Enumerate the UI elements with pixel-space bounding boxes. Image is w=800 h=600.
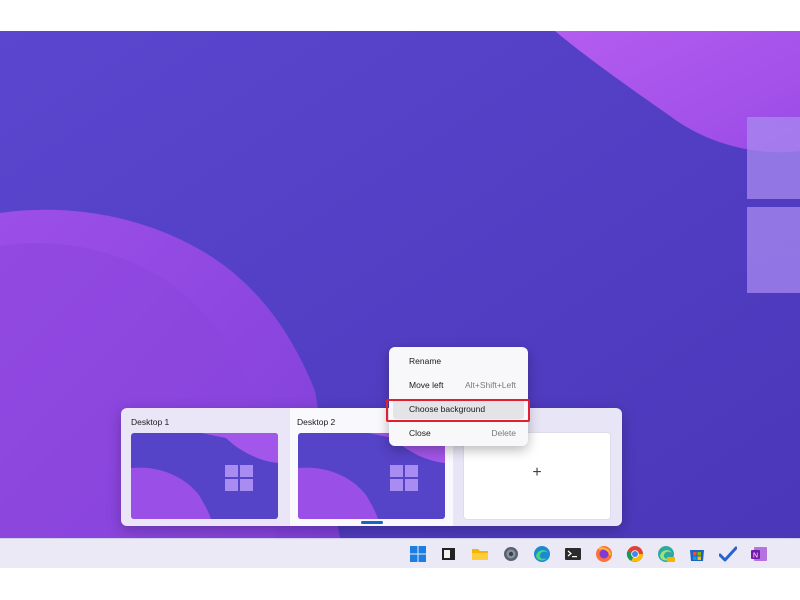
plus-icon: +: [532, 464, 542, 481]
edge-icon[interactable]: [533, 545, 551, 563]
file-explorer-icon[interactable]: [471, 545, 489, 563]
menu-item-label: Close: [409, 428, 431, 438]
onenote-icon[interactable]: N: [750, 545, 768, 563]
desktop-1-label: Desktop 1: [131, 417, 170, 427]
desktop-screen: Desktop 1 Desktop 2 + Rename Move left A…: [0, 31, 800, 568]
todo-icon[interactable]: [719, 545, 737, 563]
menu-item-shortcut: Alt+Shift+Left: [464, 380, 516, 390]
desktop-2-label: Desktop 2: [297, 417, 336, 427]
active-desktop-indicator: [361, 521, 383, 524]
svg-text:N: N: [753, 553, 758, 560]
desktop-1-thumbnail[interactable]: [131, 433, 278, 519]
desktop-1-tile[interactable]: Desktop 1: [121, 408, 287, 526]
taskbar: N: [0, 538, 800, 568]
windows-start-icon[interactable]: [409, 545, 427, 563]
firefox-icon[interactable]: [595, 545, 613, 563]
menu-item-label: Move left: [409, 380, 444, 390]
menu-item-shortcut: Delete: [491, 428, 516, 438]
chrome-icon[interactable]: [626, 545, 644, 563]
edge-canary-icon[interactable]: [657, 545, 675, 563]
microsoft-store-icon[interactable]: [688, 545, 706, 563]
context-menu: Rename Move left Alt+Shift+Left Choose b…: [389, 347, 528, 446]
menu-item-close[interactable]: Close Delete: [393, 423, 524, 443]
menu-item-rename[interactable]: Rename: [393, 351, 524, 371]
menu-item-label: Rename: [409, 356, 442, 366]
highlight-annotation: [386, 399, 530, 422]
terminal-icon[interactable]: [564, 545, 582, 563]
settings-icon[interactable]: [502, 545, 520, 563]
desktop-switcher: Desktop 1 Desktop 2 +: [121, 408, 622, 526]
menu-item-move-left[interactable]: Move left Alt+Shift+Left: [393, 375, 524, 395]
task-view-icon[interactable]: [440, 545, 458, 563]
